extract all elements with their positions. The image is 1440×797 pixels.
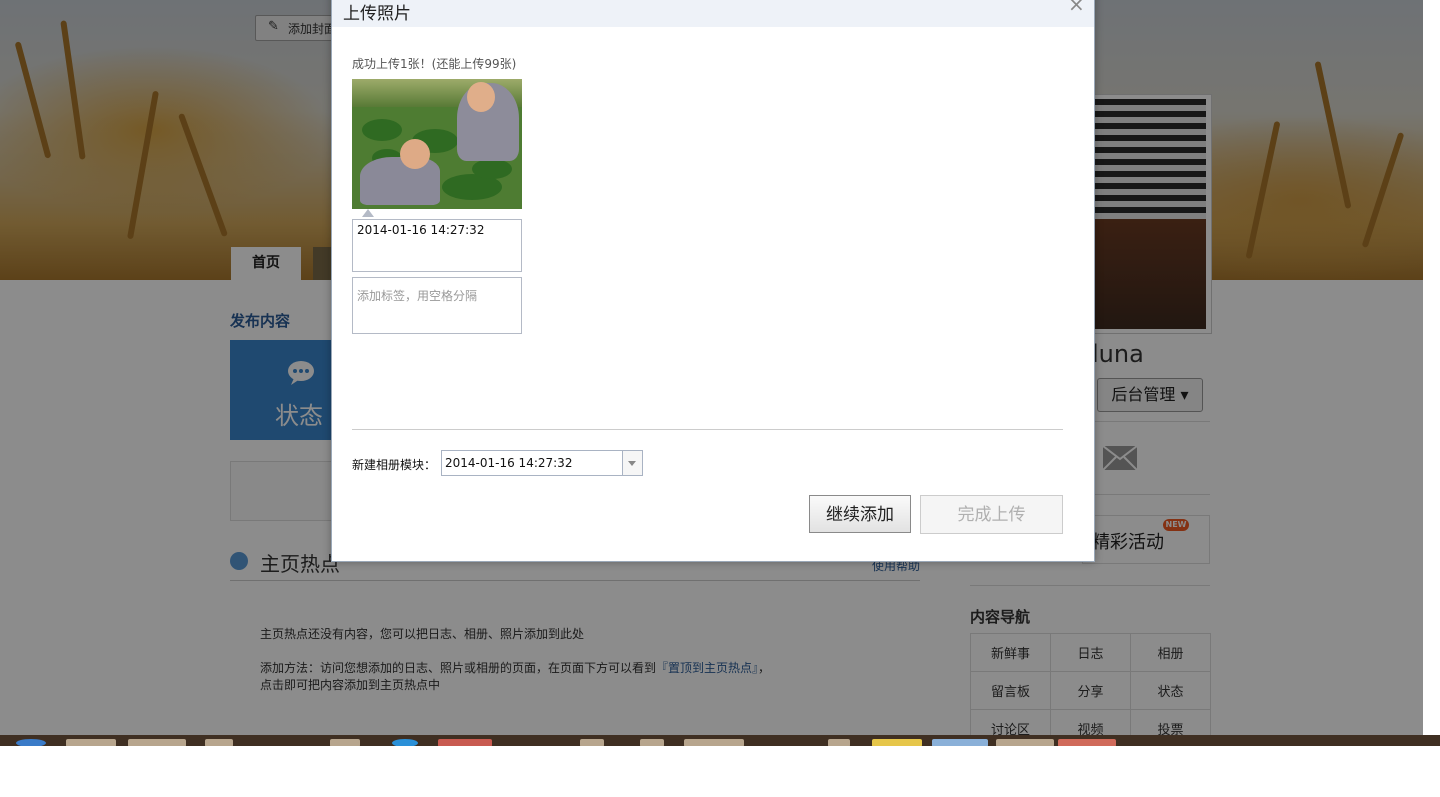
- divider: [352, 429, 1063, 430]
- taskbar-app-icon[interactable]: [128, 739, 186, 746]
- dialog-header: 上传照片 ×: [332, 0, 1094, 27]
- taskbar-app-icon[interactable]: [1058, 739, 1116, 746]
- taskbar-app-icon[interactable]: [438, 739, 492, 746]
- taskbar-app-icon[interactable]: [205, 739, 233, 746]
- chevron-down-icon[interactable]: [622, 451, 642, 475]
- close-icon[interactable]: ×: [1068, 0, 1085, 16]
- field-pointer: [362, 209, 374, 217]
- photo-description-field[interactable]: 2014-01-16 14:27:32: [352, 219, 522, 272]
- taskbar-app-icon[interactable]: [640, 739, 664, 746]
- album-select-value: 2014-01-16 14:27:32: [445, 456, 573, 470]
- upload-photo-dialog: 上传照片 × 成功上传1张！(还能上传99张) 2014-01-16 14:27…: [331, 0, 1095, 562]
- taskbar-app-icon[interactable]: [66, 739, 116, 746]
- start-orb-icon[interactable]: [16, 739, 46, 746]
- dialog-title: 上传照片: [343, 4, 411, 24]
- taskbar-app-icon[interactable]: [828, 739, 850, 746]
- tag-input[interactable]: 添加标签，用空格分隔: [352, 277, 522, 334]
- taskbar-app-icon[interactable]: [580, 739, 604, 746]
- continue-add-button[interactable]: 继续添加: [809, 495, 911, 533]
- scrollbar[interactable]: [1423, 0, 1440, 740]
- finish-upload-button[interactable]: 完成上传: [920, 495, 1063, 534]
- taskbar-app-icon[interactable]: [684, 739, 744, 746]
- taskbar-app-icon[interactable]: [872, 739, 922, 746]
- album-label: 新建相册模块：: [352, 458, 437, 472]
- taskbar-app-icon[interactable]: [996, 739, 1054, 746]
- taskbar-app-icon[interactable]: [392, 739, 418, 746]
- profile-page: ✎ 添加封面 首页 luna 后台管理 ▾ 精彩活动 NEW 发布内容 状态 主…: [0, 0, 1423, 740]
- upload-status: 成功上传1张！(还能上传99张): [352, 57, 517, 71]
- taskbar-app-icon[interactable]: [330, 739, 360, 746]
- uploaded-photo-thumbnail[interactable]: [352, 79, 522, 209]
- taskbar-app-icon[interactable]: [932, 739, 988, 746]
- taskbar: [0, 735, 1440, 746]
- album-select[interactable]: 2014-01-16 14:27:32: [441, 450, 643, 476]
